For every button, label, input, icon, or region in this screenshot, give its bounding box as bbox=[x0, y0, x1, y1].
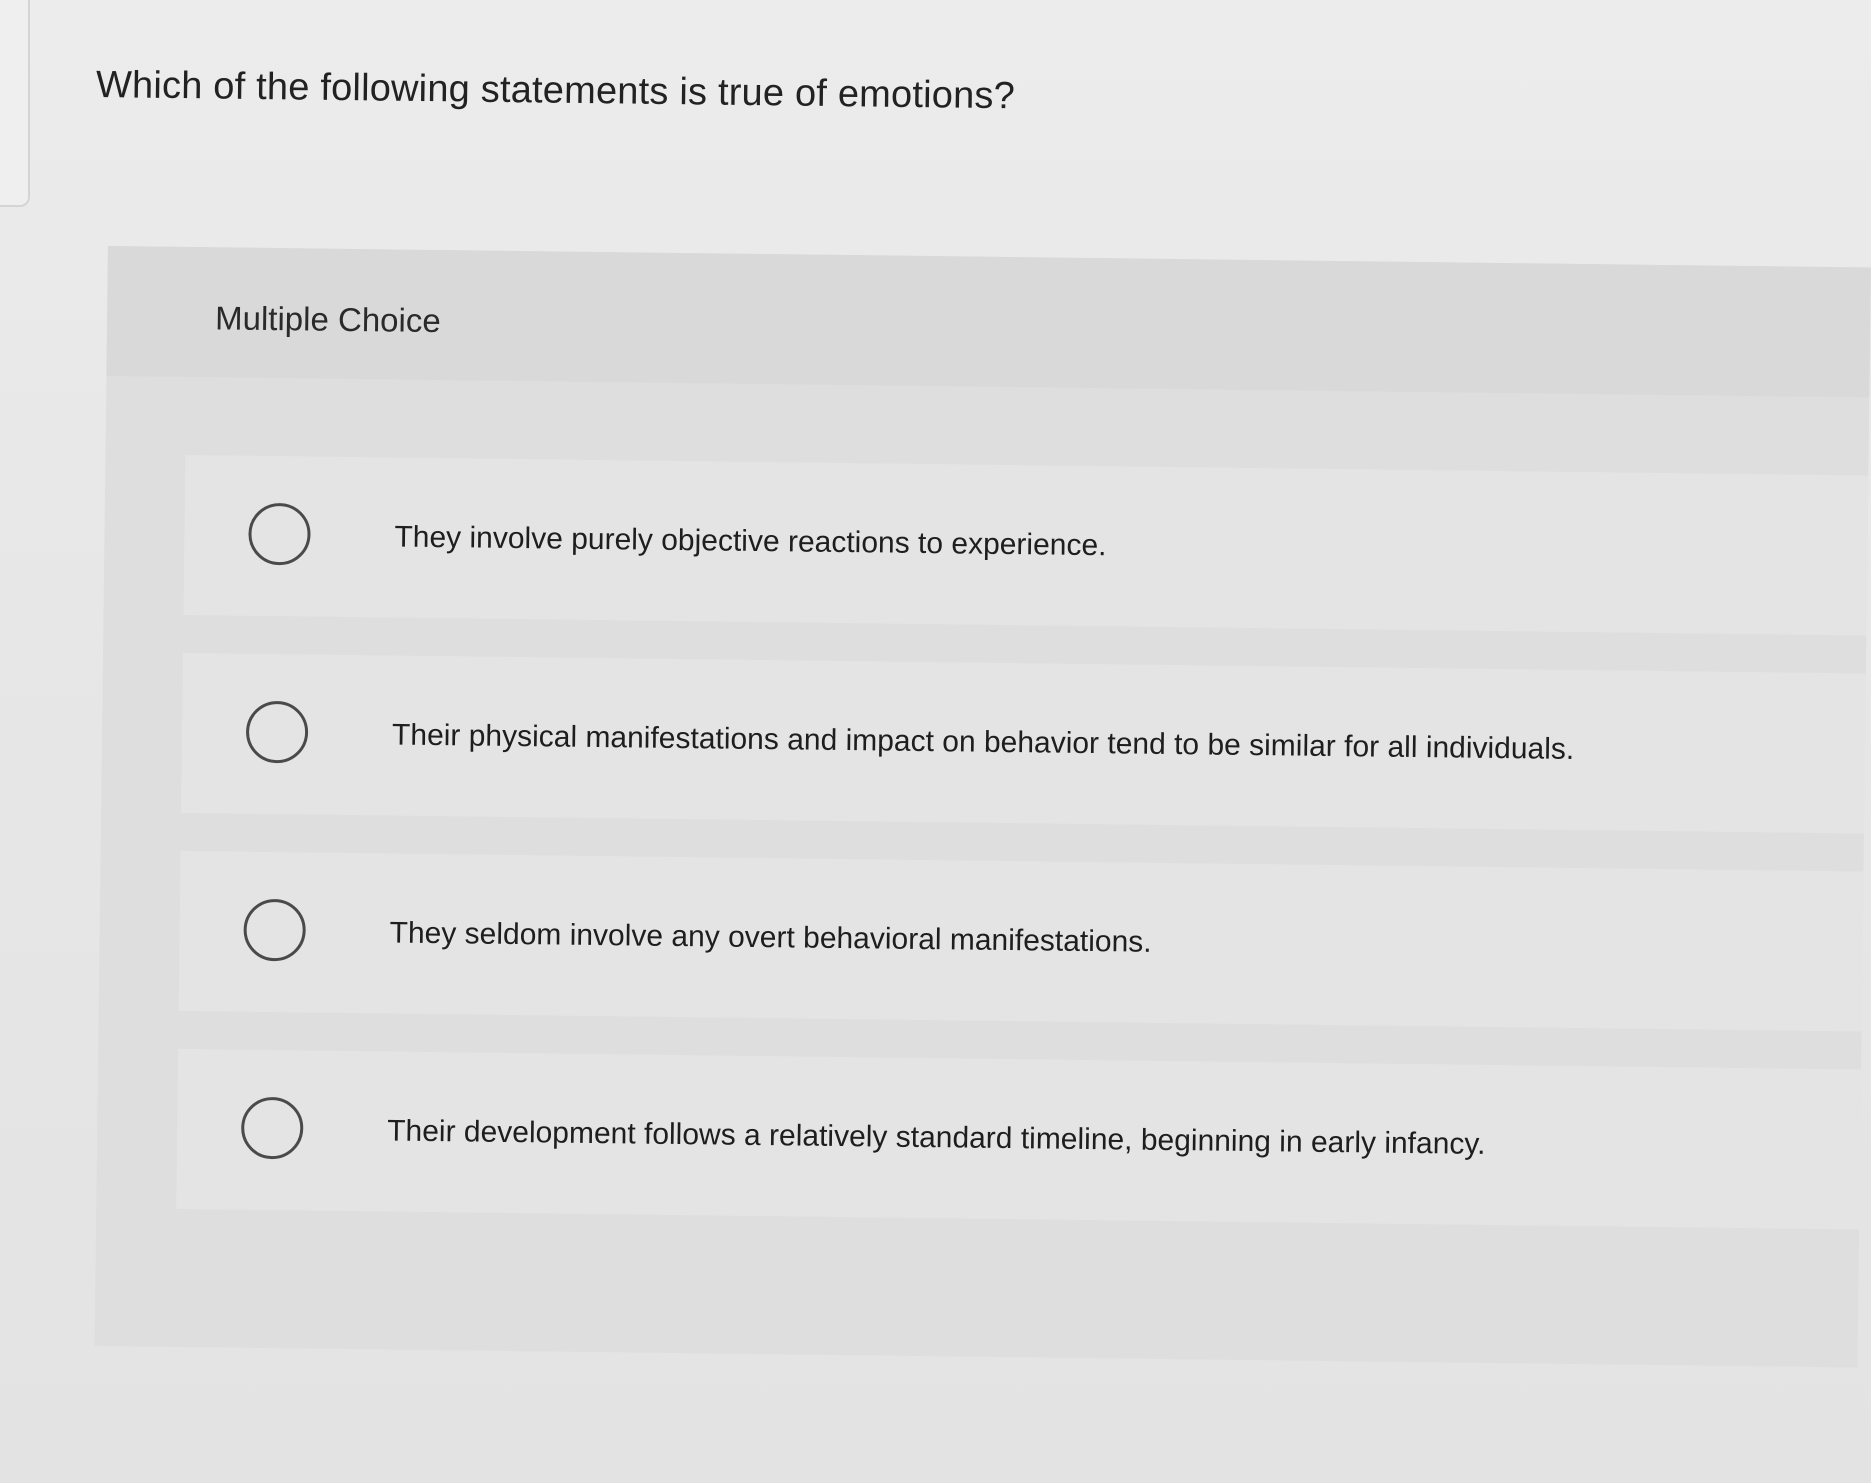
multiple-choice-header: Multiple Choice bbox=[106, 246, 1871, 398]
answer-options: They involve purely objective reactions … bbox=[176, 454, 1869, 1268]
answer-option-2[interactable]: Their physical manifestations and impact… bbox=[181, 652, 1866, 834]
answer-option-text: Their physical manifestations and impact… bbox=[391, 718, 1575, 766]
left-frame-edge bbox=[0, 0, 30, 207]
radio-button-icon[interactable] bbox=[240, 1096, 304, 1160]
radio-button-icon[interactable] bbox=[243, 898, 307, 962]
answer-option-text: They involve purely objective reactions … bbox=[394, 520, 1107, 563]
answer-option-1[interactable]: They involve purely objective reactions … bbox=[183, 454, 1869, 636]
question-prompt: Which of the following statements is tru… bbox=[95, 64, 1016, 118]
radio-button-icon[interactable] bbox=[248, 502, 311, 566]
multiple-choice-panel: Multiple Choice They involve purely obje… bbox=[94, 246, 1871, 1368]
multiple-choice-label: Multiple Choice bbox=[214, 299, 441, 340]
radio-button-icon[interactable] bbox=[245, 700, 309, 764]
answer-option-4[interactable]: Their development follows a relatively s… bbox=[176, 1048, 1862, 1230]
answer-option-text: Their development follows a relatively s… bbox=[387, 1114, 1486, 1161]
answer-option-text: They seldom involve any overt behavioral… bbox=[389, 916, 1152, 959]
answer-option-3[interactable]: They seldom involve any overt behavioral… bbox=[178, 850, 1864, 1032]
